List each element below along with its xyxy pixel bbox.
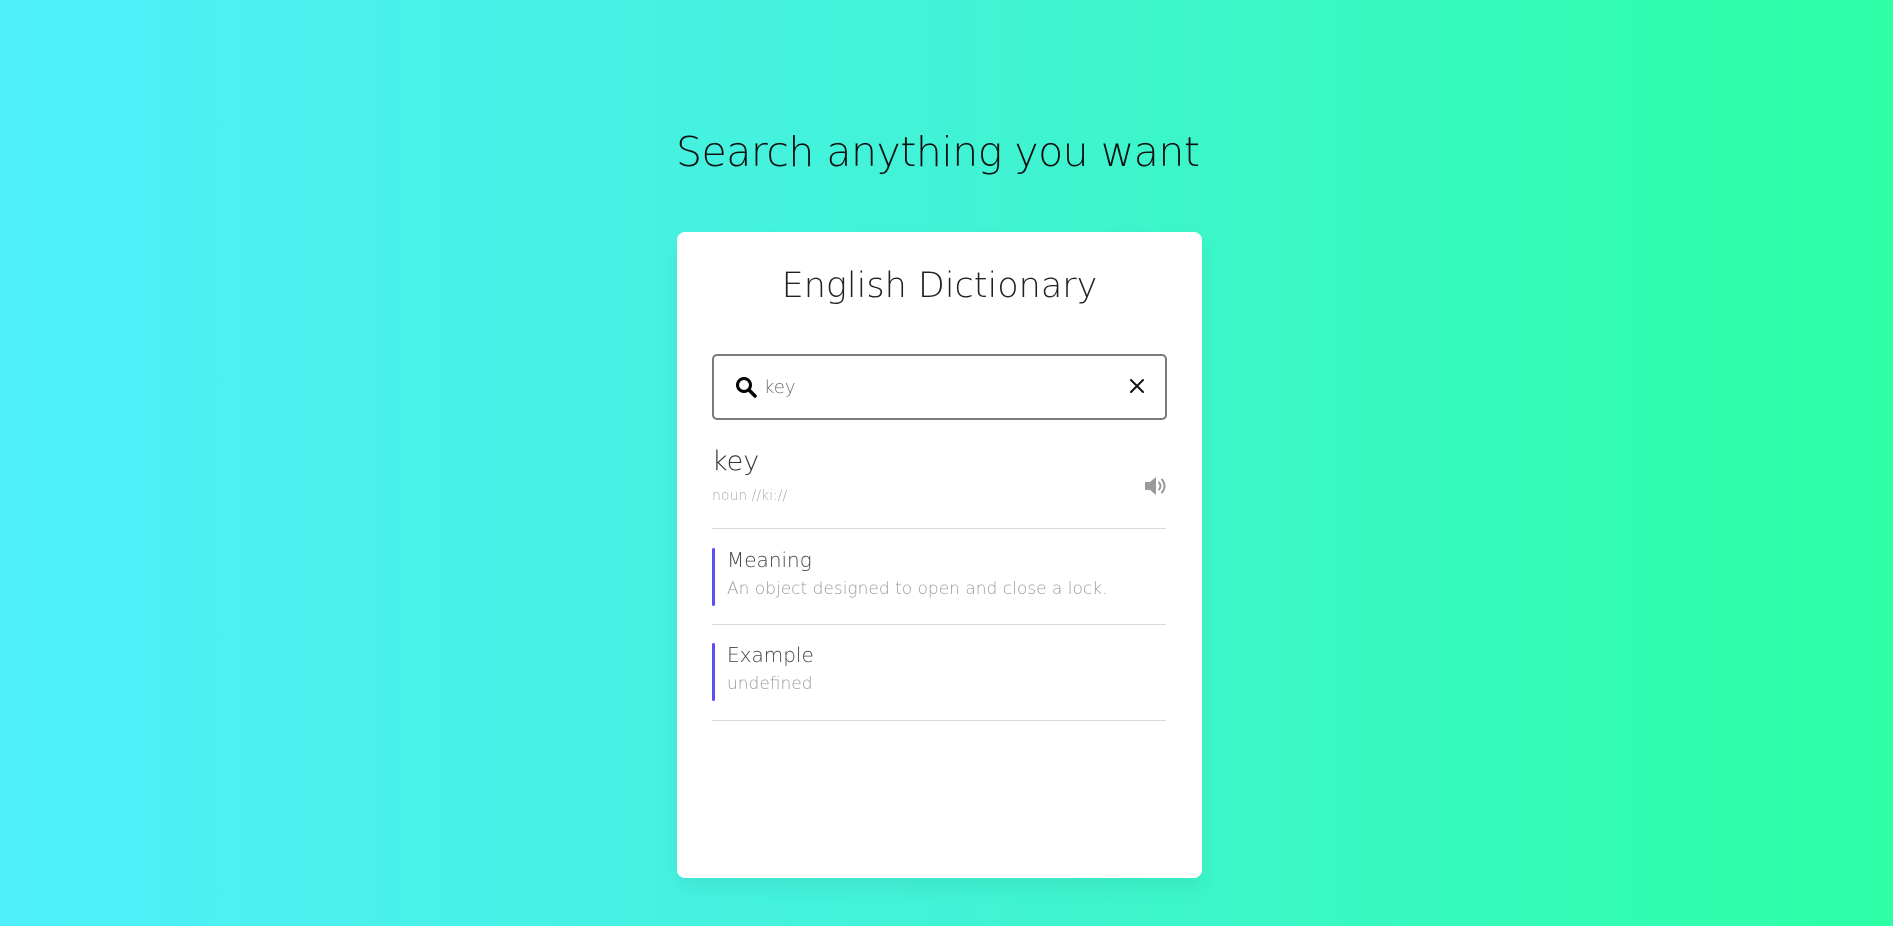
search-box[interactable] xyxy=(712,354,1167,420)
divider xyxy=(712,624,1166,625)
meaning-text: An object designed to open and close a l… xyxy=(727,579,1108,599)
divider xyxy=(712,528,1166,529)
search-input[interactable] xyxy=(764,370,1104,404)
close-icon[interactable] xyxy=(1127,376,1147,396)
example-section: Example undefined xyxy=(712,643,1167,701)
example-text: undefined xyxy=(727,674,813,694)
result-word: key xyxy=(712,446,760,477)
result-phonetic: noun //ki:// xyxy=(712,488,788,504)
meaning-section: Meaning An object designed to open and c… xyxy=(712,548,1167,606)
meaning-label: Meaning xyxy=(727,548,812,572)
dictionary-card: English Dictionary key noun //ki:// Mean… xyxy=(677,232,1202,878)
search-icon xyxy=(736,377,757,398)
example-label: Example xyxy=(727,643,814,667)
volume-icon[interactable] xyxy=(1143,474,1169,498)
result-header: key noun //ki:// xyxy=(712,446,1167,504)
section-accent-bar xyxy=(712,548,715,606)
divider xyxy=(712,720,1166,721)
page-heading: Search anything you want xyxy=(676,128,1200,176)
section-accent-bar xyxy=(712,643,715,701)
card-title: English Dictionary xyxy=(781,266,1098,306)
